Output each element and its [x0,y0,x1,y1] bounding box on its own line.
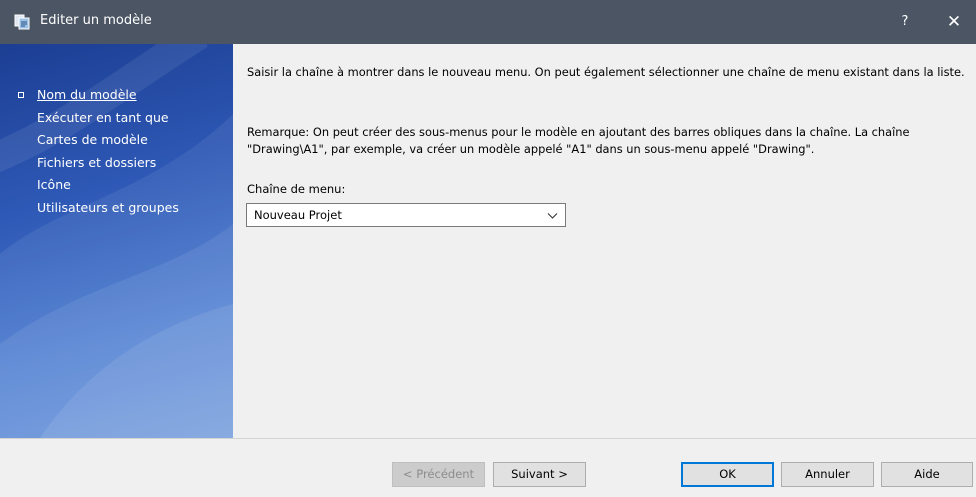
sidebar-item-template-name[interactable]: Nom du modèle [0,84,233,107]
button-bar: < Précédent Suivant > OK Annuler Aide [0,438,976,497]
sidebar-item-template-maps[interactable]: Cartes de modèle [0,129,233,152]
cancel-button[interactable]: Annuler [781,462,874,487]
menu-string-value: Nouveau Projet [254,208,342,222]
current-step-bullet-icon [18,92,24,98]
wizard-page: Saisir la chaîne à montrer dans le nouve… [233,44,976,438]
sidebar-item-files-folders[interactable]: Fichiers et dossiers [0,152,233,175]
instruction-text: Saisir la chaîne à montrer dans le nouve… [247,65,965,79]
ok-button[interactable]: OK [681,462,774,487]
sidebar-item-run-as[interactable]: Exécuter en tant que [0,107,233,130]
next-button[interactable]: Suivant > [493,462,586,487]
title-bar: Editer un modèle ? ✕ [0,0,976,44]
sidebar-item-label: Icône [37,177,71,192]
sidebar-item-label: Nom du modèle [37,87,137,102]
sidebar-item-label: Cartes de modèle [37,132,148,147]
help-icon[interactable]: ? [890,8,920,36]
sidebar-nav: Nom du modèle Exécuter en tant que Carte… [0,84,233,219]
sidebar-item-label: Exécuter en tant que [37,109,169,125]
window-title: Editer un modèle [40,13,152,28]
sidebar-item-users-groups[interactable]: Utilisateurs et groupes [0,197,233,220]
sidebar-item-label: Fichiers et dossiers [37,154,157,170]
menu-string-combobox[interactable]: Nouveau Projet [246,203,566,227]
help-button[interactable]: Aide [881,462,973,487]
previous-button[interactable]: < Précédent [392,462,485,487]
sidebar-item-icon[interactable]: Icône [0,174,233,197]
template-edit-icon [14,14,30,30]
remark-text: Remarque: On peut créer des sous-menus p… [247,125,910,156]
close-icon[interactable]: ✕ [936,8,972,36]
wizard-sidebar: Nom du modèle Exécuter en tant que Carte… [0,44,233,438]
chevron-down-icon[interactable] [547,210,558,221]
sidebar-item-label: Utilisateurs et groupes [37,199,179,215]
menu-string-label: Chaîne de menu: [247,182,346,196]
